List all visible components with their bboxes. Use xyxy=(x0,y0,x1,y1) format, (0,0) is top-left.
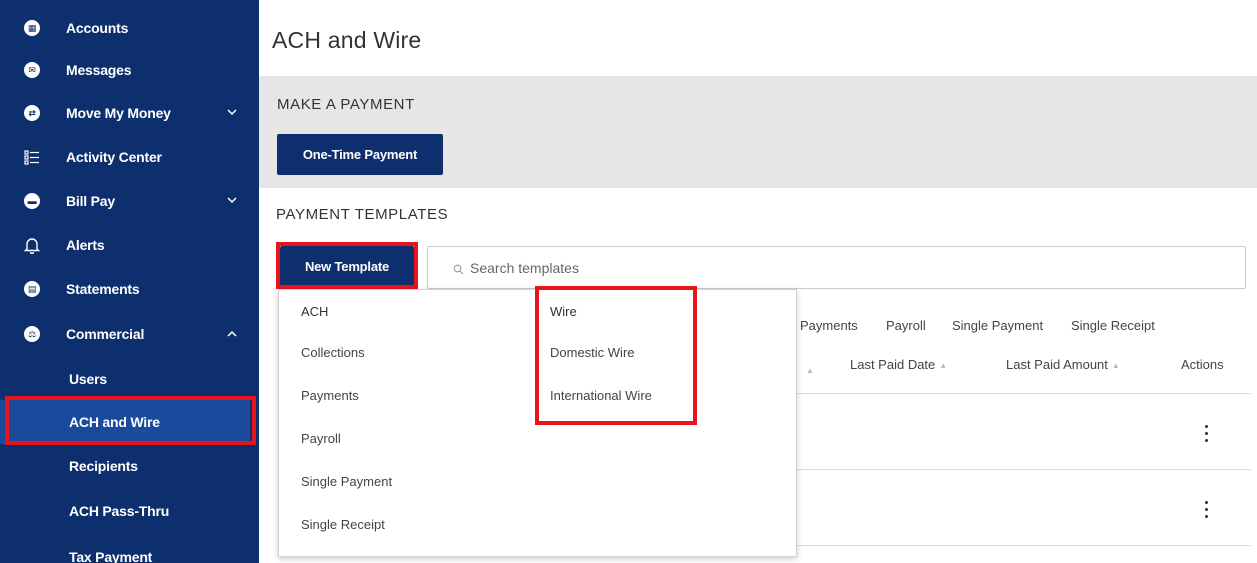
sidebar-subitem-label: Recipients xyxy=(69,458,138,474)
dropdown-header-wire[interactable]: Wire xyxy=(550,304,577,319)
dropdown-item-payroll[interactable]: Payroll xyxy=(301,431,341,446)
sidebar-item-label: Bill Pay xyxy=(66,193,115,209)
sidebar-item-label: Activity Center xyxy=(66,149,162,165)
accounts-icon: ▦ xyxy=(24,20,40,36)
chevron-up-icon xyxy=(227,328,237,340)
sidebar-item-messages[interactable]: ✉ Messages xyxy=(0,48,245,92)
column-actions: Actions xyxy=(1181,357,1224,372)
filter-payments[interactable]: Payments xyxy=(800,318,858,333)
sidebar-subitem-users[interactable]: Users xyxy=(0,357,250,401)
table-row-divider xyxy=(796,469,1251,470)
sidebar-item-label: Move My Money xyxy=(66,105,171,121)
search-templates-field[interactable] xyxy=(427,246,1246,289)
dropdown-item-single-receipt[interactable]: Single Receipt xyxy=(301,517,385,532)
sidebar-subitem-label: ACH and Wire xyxy=(69,414,160,430)
sidebar-item-activity-center[interactable]: Activity Center xyxy=(0,135,245,179)
sidebar-item-label: Messages xyxy=(66,62,132,78)
column-last-paid-amount[interactable]: Last Paid Amount ▲ xyxy=(1006,357,1120,372)
row-actions-kebab-icon[interactable] xyxy=(1203,501,1209,518)
filter-single-receipt[interactable]: Single Receipt xyxy=(1071,318,1155,333)
sidebar-item-label: Commercial xyxy=(66,326,145,342)
sidebar-item-label: Statements xyxy=(66,281,140,297)
table-row-divider xyxy=(796,545,1251,546)
sidebar-subitem-label: ACH Pass-Thru xyxy=(69,503,170,519)
dropdown-item-payments[interactable]: Payments xyxy=(301,388,359,403)
move-money-icon: ⇄ xyxy=(24,105,40,121)
sort-arrow-icon[interactable]: ▲ xyxy=(806,366,814,375)
filter-single-payment[interactable]: Single Payment xyxy=(952,318,1043,333)
page-title: ACH and Wire xyxy=(272,27,422,53)
dropdown-item-collections[interactable]: Collections xyxy=(301,345,365,360)
column-label: Last Paid Amount xyxy=(1006,357,1108,372)
new-template-dropdown: ACH Collections Payments Payroll Single … xyxy=(278,289,797,557)
chevron-down-icon xyxy=(227,195,237,207)
sidebar-item-commercial[interactable]: ⚖ Commercial xyxy=(0,312,245,356)
table-row-divider xyxy=(796,393,1251,394)
sidebar-subitem-ach-and-wire[interactable]: ACH and Wire xyxy=(0,400,250,444)
column-last-paid-date[interactable]: Last Paid Date ▲ xyxy=(850,357,947,372)
statements-icon: ▤ xyxy=(24,281,40,297)
sidebar-item-statements[interactable]: ▤ Statements xyxy=(0,267,245,311)
messages-icon: ✉ xyxy=(24,62,40,78)
search-icon xyxy=(453,262,464,275)
one-time-payment-button[interactable]: One-Time Payment xyxy=(277,134,443,175)
dropdown-header-ach[interactable]: ACH xyxy=(301,304,328,319)
sidebar-item-alerts[interactable]: Alerts xyxy=(0,223,245,267)
bill-pay-icon: ▬ xyxy=(24,193,40,209)
bell-icon xyxy=(24,237,40,254)
row-actions-kebab-icon[interactable] xyxy=(1203,425,1209,442)
sidebar-item-label: Alerts xyxy=(66,237,105,253)
dropdown-item-international-wire[interactable]: International Wire xyxy=(550,388,652,403)
filter-payroll[interactable]: Payroll xyxy=(886,318,926,333)
payment-templates-title: PAYMENT TEMPLATES xyxy=(276,206,449,223)
sidebar: ▦ Accounts ✉ Messages ⇄ Move My Money Ac… xyxy=(0,0,259,563)
commercial-icon: ⚖ xyxy=(24,326,40,342)
chevron-down-icon xyxy=(227,107,237,119)
sidebar-subitem-recipients[interactable]: Recipients xyxy=(0,444,250,488)
new-template-button[interactable]: New Template xyxy=(280,246,414,286)
sort-arrow-icon: ▲ xyxy=(1111,361,1120,370)
sidebar-subitem-tax-payment[interactable]: Tax Payment xyxy=(0,535,250,563)
make-payment-title: MAKE A PAYMENT xyxy=(277,96,415,113)
column-label: Last Paid Date xyxy=(850,357,936,372)
activity-center-icon xyxy=(24,149,40,165)
sidebar-subitem-ach-pass-thru[interactable]: ACH Pass-Thru xyxy=(0,489,250,533)
sort-arrow-icon: ▲ xyxy=(939,361,948,370)
sidebar-subitem-label: Tax Payment xyxy=(69,549,153,563)
dropdown-item-domestic-wire[interactable]: Domestic Wire xyxy=(550,345,635,360)
sidebar-subitem-label: Users xyxy=(69,371,107,387)
dropdown-item-single-payment[interactable]: Single Payment xyxy=(301,474,392,489)
sidebar-item-move-my-money[interactable]: ⇄ Move My Money xyxy=(0,91,245,135)
sidebar-item-bill-pay[interactable]: ▬ Bill Pay xyxy=(0,179,245,223)
search-input[interactable] xyxy=(470,257,1070,279)
sidebar-item-label: Accounts xyxy=(66,20,129,36)
sidebar-item-accounts[interactable]: ▦ Accounts xyxy=(0,6,245,50)
